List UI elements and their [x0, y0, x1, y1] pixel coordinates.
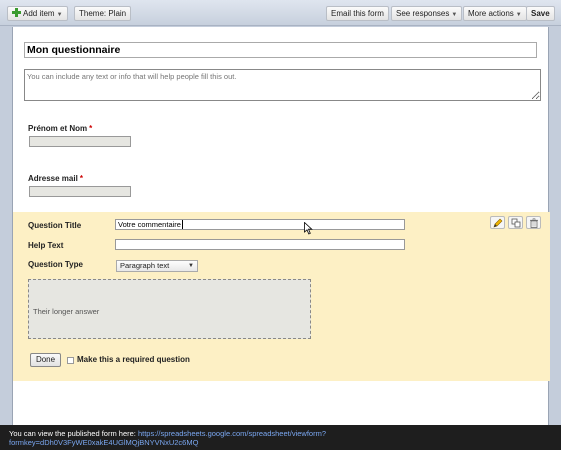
question-label-email: Adresse mail * [28, 174, 83, 183]
done-button[interactable]: Done [30, 353, 61, 367]
question-title-input[interactable]: Votre commentaire [115, 219, 405, 230]
chevron-down-icon: ▼ [515, 12, 522, 18]
see-responses-label: See responses [396, 9, 450, 18]
email-form-label: Email this form [331, 9, 384, 18]
published-form-bar: You can view the published form here: ht… [0, 425, 561, 450]
form-description-input[interactable] [24, 69, 541, 101]
email-answer-field [29, 186, 131, 197]
edit-button[interactable] [490, 216, 505, 229]
chevron-down-icon: ▼ [451, 12, 458, 18]
mouse-cursor-icon [304, 222, 313, 235]
duplicate-button[interactable] [508, 216, 523, 229]
required-mark: * [79, 174, 83, 183]
question-label-text: Adresse mail [28, 174, 78, 183]
pencil-icon [493, 218, 503, 228]
caret-down-icon: ▼ [188, 263, 194, 269]
delete-button[interactable] [526, 216, 541, 229]
duplicate-icon [511, 218, 521, 228]
question-title-label: Question Title [28, 221, 82, 230]
answer-preview-text: Their longer answer [33, 307, 100, 316]
plus-icon [12, 8, 21, 17]
form-title-input[interactable]: Mon questionnaire [24, 42, 537, 58]
more-actions-label: More actions [468, 9, 514, 18]
more-actions-button[interactable]: More actions ▼ [463, 6, 527, 21]
published-form-text: You can view the published form here: [9, 429, 138, 438]
name-answer-field [29, 136, 131, 147]
question-title-value: Votre commentaire [118, 220, 181, 229]
see-responses-button[interactable]: See responses ▼ [391, 6, 463, 21]
theme-label: Theme: Plain [79, 9, 127, 18]
required-mark: * [89, 124, 93, 133]
theme-button[interactable]: Theme: Plain [74, 6, 132, 21]
answer-preview: Their longer answer [28, 279, 311, 339]
required-checkbox-label: Make this a required question [77, 355, 190, 364]
help-text-label: Help Text [28, 241, 64, 250]
form-sheet: Mon questionnaire Prénom et Nom* Adresse… [12, 27, 550, 427]
save-label: Save [531, 9, 550, 18]
email-form-button[interactable]: Email this form [326, 6, 389, 21]
question-edit-panel: Question Title Votre commentaire Help Te… [13, 212, 550, 381]
question-label-text: Prénom et Nom [28, 124, 88, 133]
question-type-select[interactable]: Paragraph text ▼ [116, 260, 198, 272]
add-item-label: Add item [23, 9, 55, 18]
published-form-link[interactable]: https://spreadsheets.google.com/spreadsh… [138, 429, 326, 438]
question-label-name: Prénom et Nom * [28, 124, 92, 133]
chevron-down-icon: ▼ [56, 12, 63, 18]
toolbar: Add item ▼ Theme: Plain Email this form S… [0, 0, 561, 26]
published-form-link-continued[interactable]: formkey=dDh0V3FyWE0xakE4UGlMQjBNYVNxU2c6… [9, 438, 198, 447]
question-type-label: Question Type [28, 260, 83, 269]
required-checkbox[interactable] [67, 357, 74, 364]
save-button[interactable]: Save [526, 6, 555, 21]
question-type-value: Paragraph text [120, 261, 170, 270]
add-item-button[interactable]: Add item ▼ [7, 6, 68, 21]
trash-icon [530, 218, 538, 228]
help-text-input[interactable] [115, 239, 405, 250]
